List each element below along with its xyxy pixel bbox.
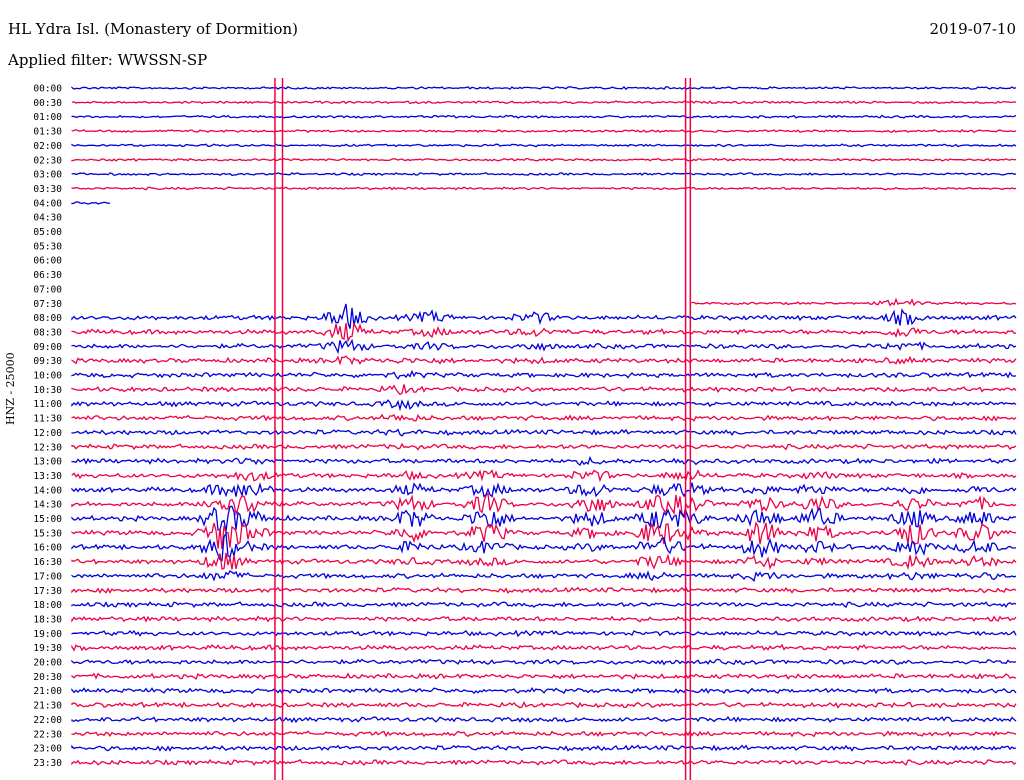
time-label: 23:30 xyxy=(33,758,62,769)
seismogram-trace xyxy=(71,586,1017,594)
seismogram-trace xyxy=(71,201,111,205)
time-label: 00:00 xyxy=(33,84,62,95)
time-label: 17:30 xyxy=(33,586,62,597)
time-label: 12:00 xyxy=(33,428,62,439)
seismogram-trace xyxy=(71,759,1017,766)
time-label: 09:00 xyxy=(33,342,62,353)
seismogram-trace xyxy=(71,730,1017,738)
time-label: 10:00 xyxy=(33,371,62,382)
time-label: 11:30 xyxy=(33,414,62,425)
seismogram-trace xyxy=(71,114,1017,119)
seismogram-trace xyxy=(71,413,1017,422)
time-label: 07:30 xyxy=(33,299,62,310)
time-label: 05:30 xyxy=(33,241,62,252)
filter-label: Applied filter: WWSSN-SP xyxy=(8,51,208,69)
seismogram-trace xyxy=(71,552,1017,571)
seismogram-trace xyxy=(71,700,1017,709)
seismogram-trace xyxy=(71,442,1017,451)
time-label: 11:00 xyxy=(33,399,62,410)
time-label: 12:30 xyxy=(33,442,62,453)
time-label: 15:30 xyxy=(33,528,62,539)
time-label: 17:00 xyxy=(33,571,62,582)
time-label: 10:30 xyxy=(33,385,62,396)
seismogram-trace xyxy=(71,570,1017,583)
time-label: 19:00 xyxy=(33,629,62,640)
time-label: 02:00 xyxy=(33,141,62,152)
plot-header: HL Ydra Isl. (Monastery of Dormition) Ap… xyxy=(0,0,1024,78)
time-label: 05:00 xyxy=(33,227,62,238)
time-label: 22:00 xyxy=(33,715,62,726)
seismogram-trace xyxy=(71,322,1017,343)
seismogram-trace xyxy=(71,157,1017,162)
time-label: 13:00 xyxy=(33,457,62,468)
seismogram-trace xyxy=(71,531,1017,562)
time-label: 16:30 xyxy=(33,557,62,568)
station-title: HL Ydra Isl. (Monastery of Dormition) xyxy=(8,20,298,38)
seismogram-trace xyxy=(71,143,1017,148)
seismogram-trace xyxy=(71,369,1017,380)
time-label: 08:30 xyxy=(33,327,62,338)
seismogram-trace xyxy=(71,601,1017,609)
record-date: 2019-07-10 xyxy=(929,20,1016,38)
time-label: 18:00 xyxy=(33,600,62,611)
time-label: 01:00 xyxy=(33,112,62,123)
time-label: 14:00 xyxy=(33,485,62,496)
time-label: 04:00 xyxy=(33,198,62,209)
time-label: 20:30 xyxy=(33,672,62,683)
time-label: 09:30 xyxy=(33,356,62,367)
time-label: 19:30 xyxy=(33,643,62,654)
seismogram-trace xyxy=(71,481,1017,498)
seismogram-trace xyxy=(71,469,1017,483)
time-label: 03:30 xyxy=(33,184,62,195)
time-label: 03:00 xyxy=(33,170,62,181)
seismogram-trace xyxy=(71,629,1017,638)
seismogram-trace xyxy=(71,129,1017,134)
seismogram-trace xyxy=(71,338,1017,355)
time-label: 01:30 xyxy=(33,127,62,138)
seismogram-trace xyxy=(71,455,1017,466)
time-label: 06:30 xyxy=(33,270,62,281)
seismogram-trace xyxy=(71,658,1017,666)
time-label: 02:30 xyxy=(33,155,62,166)
seismogram-trace xyxy=(71,716,1017,724)
time-label: 18:30 xyxy=(33,614,62,625)
seismogram-trace xyxy=(71,643,1017,652)
time-label: 04:30 xyxy=(33,213,62,224)
seismogram-trace xyxy=(71,384,1017,396)
seismogram-trace xyxy=(691,297,1017,307)
seismogram-trace xyxy=(71,672,1017,681)
time-label: 13:30 xyxy=(33,471,62,482)
seismogram-trace xyxy=(71,744,1017,752)
time-label: 21:00 xyxy=(33,686,62,697)
seismogram-trace xyxy=(71,615,1017,623)
time-label: 21:30 xyxy=(33,701,62,712)
seismogram-trace xyxy=(71,399,1017,412)
time-label: 00:30 xyxy=(33,98,62,109)
time-label: 06:00 xyxy=(33,256,62,267)
time-label: 23:00 xyxy=(33,744,62,755)
seismogram-trace xyxy=(71,186,1017,191)
seismogram-trace xyxy=(71,428,1017,437)
time-label: 16:00 xyxy=(33,543,62,554)
seismogram-trace xyxy=(71,85,1017,91)
seismogram-traces xyxy=(71,78,1017,780)
seismogram-plot: 00:00 00:30 01:00 01:30 02:00 02:30 03:00 03:30… xyxy=(33,78,1017,780)
time-label: 08:00 xyxy=(33,313,62,324)
seismogram-trace xyxy=(71,172,1017,177)
time-label: 14:30 xyxy=(33,500,62,511)
time-label: 07:00 xyxy=(33,284,62,295)
time-label: 22:30 xyxy=(33,729,62,740)
time-label: 15:00 xyxy=(33,514,62,525)
seismogram-trace xyxy=(71,100,1017,105)
time-label: 20:00 xyxy=(33,658,62,669)
time-labels: 00:00 00:30 01:00 01:30 02:00 02:30 03:00 03:30… xyxy=(33,84,62,769)
seismogram-trace xyxy=(71,355,1017,366)
seismogram-trace xyxy=(71,303,1017,329)
seismogram-trace xyxy=(71,686,1017,695)
